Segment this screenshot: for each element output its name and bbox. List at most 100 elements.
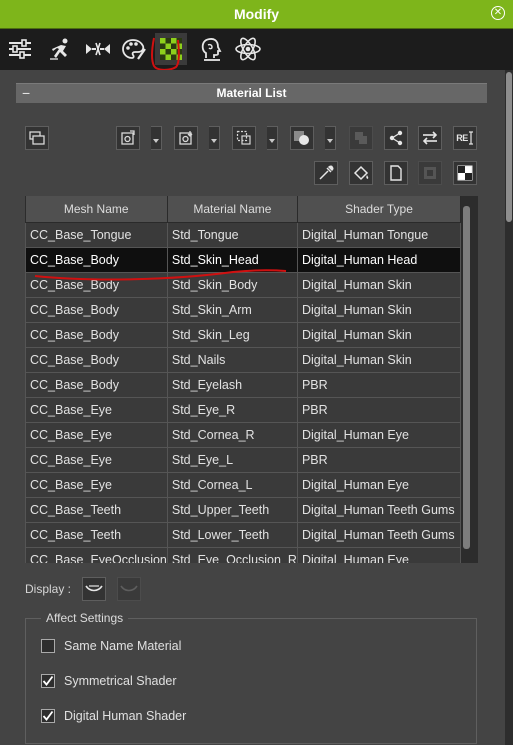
material-list-view-button[interactable]	[25, 126, 49, 150]
column-header-mesh-name[interactable]: Mesh Name	[25, 196, 168, 223]
copy-material-button[interactable]	[349, 126, 373, 150]
material-name-cell[interactable]: Std_Cornea_L	[166, 472, 298, 498]
column-header-shader-type[interactable]: Shader Type	[297, 196, 462, 223]
display-wire-button[interactable]	[117, 577, 141, 601]
paint-bucket-button[interactable]	[349, 161, 373, 185]
swap-arrows-button[interactable]	[418, 126, 442, 150]
eyedropper-button[interactable]	[314, 161, 338, 185]
select-region-dropdown[interactable]	[267, 126, 278, 150]
save-material-dropdown[interactable]	[209, 126, 220, 150]
table-row[interactable]: CC_Base_Eye Std_Eye_R PBR	[25, 397, 462, 423]
table-row[interactable]: CC_Base_Body Std_Skin_Body Digital_Human S…	[25, 272, 462, 298]
material-name-cell[interactable]: Std_Eyelash	[166, 372, 298, 398]
table-row[interactable]: CC_Base_Eye Std_Cornea_R Digital_Human Eye	[25, 422, 462, 448]
load-material-button[interactable]	[116, 126, 140, 150]
shader-type-cell[interactable]: PBR	[296, 447, 462, 473]
mesh-name-cell[interactable]: CC_Base_EyeOcclusion	[25, 547, 168, 563]
digital-human-shader-checkbox[interactable]	[41, 709, 55, 723]
shape-material-dropdown[interactable]	[325, 126, 336, 150]
morph-arrows-icon[interactable]	[82, 33, 114, 65]
mesh-name-cell[interactable]: CC_Base_Body	[25, 347, 168, 373]
column-header-material-name[interactable]: Material Name	[167, 196, 298, 223]
mesh-name-cell[interactable]: CC_Base_Body	[25, 322, 168, 348]
shader-type-cell[interactable]: Digital_Human Tongue	[296, 222, 462, 248]
mesh-name-cell[interactable]: CC_Base_Tongue	[25, 222, 168, 248]
rename-button[interactable]: RE	[453, 126, 477, 150]
mesh-name-cell[interactable]: CC_Base_Eye	[25, 447, 168, 473]
table-row[interactable]: CC_Base_Teeth Std_Upper_Teeth Digital_Huma…	[25, 497, 462, 523]
panel-scrollbar-thumb[interactable]	[506, 72, 512, 222]
table-row[interactable]: CC_Base_Body Std_Skin_Leg Digital_Human Sk…	[25, 322, 462, 348]
checker-button[interactable]	[453, 161, 477, 185]
table-scrollbar-thumb[interactable]	[463, 206, 470, 549]
material-name-cell[interactable]: Std_Lower_Teeth	[166, 522, 298, 548]
head-profile-icon[interactable]	[195, 33, 227, 65]
shader-type-cell[interactable]: Digital_Human Eye	[296, 547, 462, 563]
table-row[interactable]: CC_Base_Body Std_Nails Digital_Human Skin	[25, 347, 462, 373]
load-material-dropdown[interactable]	[151, 126, 162, 150]
symmetrical-shader-option[interactable]: Symmetrical Shader	[41, 674, 177, 688]
document-button[interactable]	[384, 161, 408, 185]
material-name-cell[interactable]: Std_Eye_Occlusion_R	[166, 547, 298, 563]
shader-type-cell[interactable]: Digital_Human Teeth Gums	[296, 497, 462, 523]
mesh-name-cell[interactable]: CC_Base_Eye	[25, 472, 168, 498]
shader-type-cell[interactable]: Digital_Human Skin	[296, 322, 462, 348]
mesh-name-cell[interactable]: CC_Base_Body	[25, 372, 168, 398]
digital-human-shader-option[interactable]: Digital Human Shader	[41, 709, 186, 723]
sliders-icon[interactable]	[4, 33, 36, 65]
material-checker-icon[interactable]	[155, 33, 187, 65]
table-row[interactable]: CC_Base_Body Std_Skin_Arm Digital_Human Sk…	[25, 297, 462, 323]
window-title: Modify	[233, 6, 280, 22]
shader-type-cell[interactable]: Digital_Human Eye	[296, 472, 462, 498]
shader-type-cell[interactable]: Digital_Human Skin	[296, 272, 462, 298]
material-name-cell[interactable]: Std_Nails	[166, 347, 298, 373]
table-scrollbar[interactable]	[461, 200, 473, 562]
motion-pose-icon[interactable]	[45, 33, 77, 65]
material-name-cell[interactable]: Std_Upper_Teeth	[166, 497, 298, 523]
save-material-button[interactable]	[174, 126, 198, 150]
shader-type-cell[interactable]: Digital_Human Teeth Gums	[296, 522, 462, 548]
palette-icon[interactable]	[118, 33, 150, 65]
section-header-material-list[interactable]: − Material List	[16, 83, 487, 103]
table-row[interactable]: CC_Base_Eye Std_Eye_L PBR	[25, 447, 462, 473]
table-row[interactable]: CC_Base_Teeth Std_Lower_Teeth Digital_Huma…	[25, 522, 462, 548]
display-label: Display :	[25, 582, 72, 596]
shader-type-cell[interactable]: PBR	[296, 397, 462, 423]
display-smooth-button[interactable]	[82, 577, 106, 601]
mesh-name-cell[interactable]: CC_Base_Body	[25, 272, 168, 298]
material-name-cell[interactable]: Std_Cornea_R	[166, 422, 298, 448]
shader-type-cell[interactable]: PBR	[296, 372, 462, 398]
mesh-name-cell[interactable]: CC_Base_Teeth	[25, 497, 168, 523]
mesh-name-cell[interactable]: CC_Base_Eye	[25, 397, 168, 423]
share-nodes-button[interactable]	[384, 126, 408, 150]
atom-icon[interactable]	[232, 33, 264, 65]
texture-button[interactable]	[418, 161, 442, 185]
same-name-material-option[interactable]: Same Name Material	[41, 639, 181, 653]
table-row[interactable]: CC_Base_Body Std_Eyelash PBR	[25, 372, 462, 398]
panel-scrollbar[interactable]	[505, 70, 513, 745]
material-name-cell[interactable]: Std_Tongue	[166, 222, 298, 248]
mesh-name-cell[interactable]: CC_Base_Body	[25, 247, 168, 273]
close-icon[interactable]: ✕	[491, 6, 505, 20]
shader-type-cell[interactable]: Digital_Human Eye	[296, 422, 462, 448]
mesh-name-cell[interactable]: CC_Base_Teeth	[25, 522, 168, 548]
table-row[interactable]: CC_Base_Body Std_Skin_Head Digital_Human H…	[25, 247, 462, 273]
symmetrical-shader-checkbox[interactable]	[41, 674, 55, 688]
material-name-cell[interactable]: Std_Skin_Arm	[166, 297, 298, 323]
material-name-cell[interactable]: Std_Eye_R	[166, 397, 298, 423]
material-name-cell[interactable]: Std_Skin_Body	[166, 272, 298, 298]
mesh-name-cell[interactable]: CC_Base_Body	[25, 297, 168, 323]
table-row[interactable]: CC_Base_Eye Std_Cornea_L Digital_Human Eye	[25, 472, 462, 498]
material-name-cell[interactable]: Std_Skin_Head	[166, 247, 298, 273]
select-region-button[interactable]	[232, 126, 256, 150]
table-row[interactable]: CC_Base_EyeOcclusion Std_Eye_Occlusion_R D…	[25, 547, 462, 563]
shader-type-cell[interactable]: Digital_Human Head	[296, 247, 462, 273]
shape-material-button[interactable]	[290, 126, 314, 150]
same-name-material-checkbox[interactable]	[41, 639, 55, 653]
shader-type-cell[interactable]: Digital_Human Skin	[296, 297, 462, 323]
material-name-cell[interactable]: Std_Eye_L	[166, 447, 298, 473]
shader-type-cell[interactable]: Digital_Human Skin	[296, 347, 462, 373]
mesh-name-cell[interactable]: CC_Base_Eye	[25, 422, 168, 448]
material-name-cell[interactable]: Std_Skin_Leg	[166, 322, 298, 348]
table-row[interactable]: CC_Base_Tongue Std_Tongue Digital_Human To…	[25, 222, 462, 248]
